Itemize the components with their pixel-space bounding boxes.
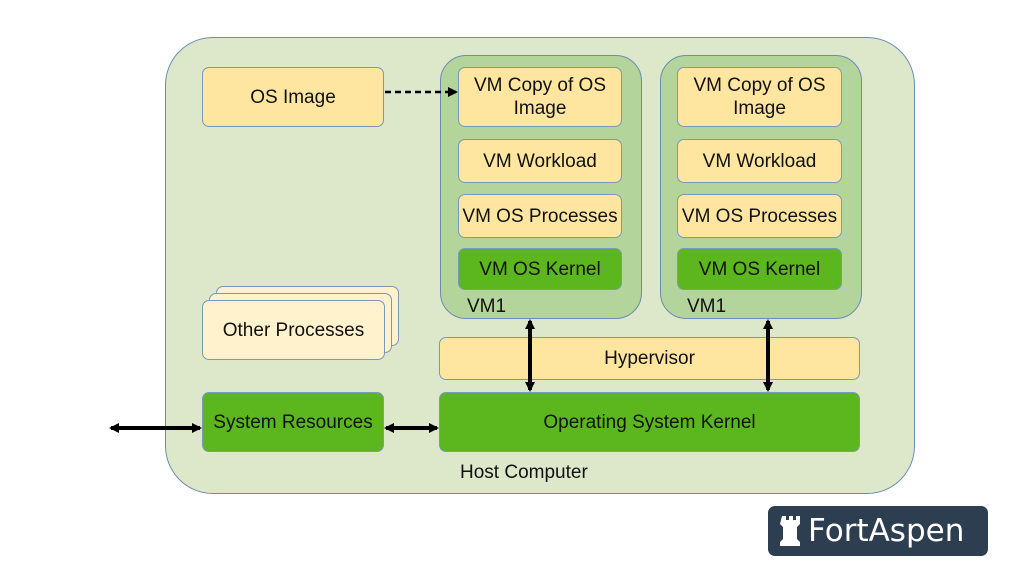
logo-text: FortAspen [808,513,965,549]
arrows-layer [109,87,773,433]
rook-icon [780,516,800,546]
fortaspen-logo: FortAspen [768,506,988,556]
